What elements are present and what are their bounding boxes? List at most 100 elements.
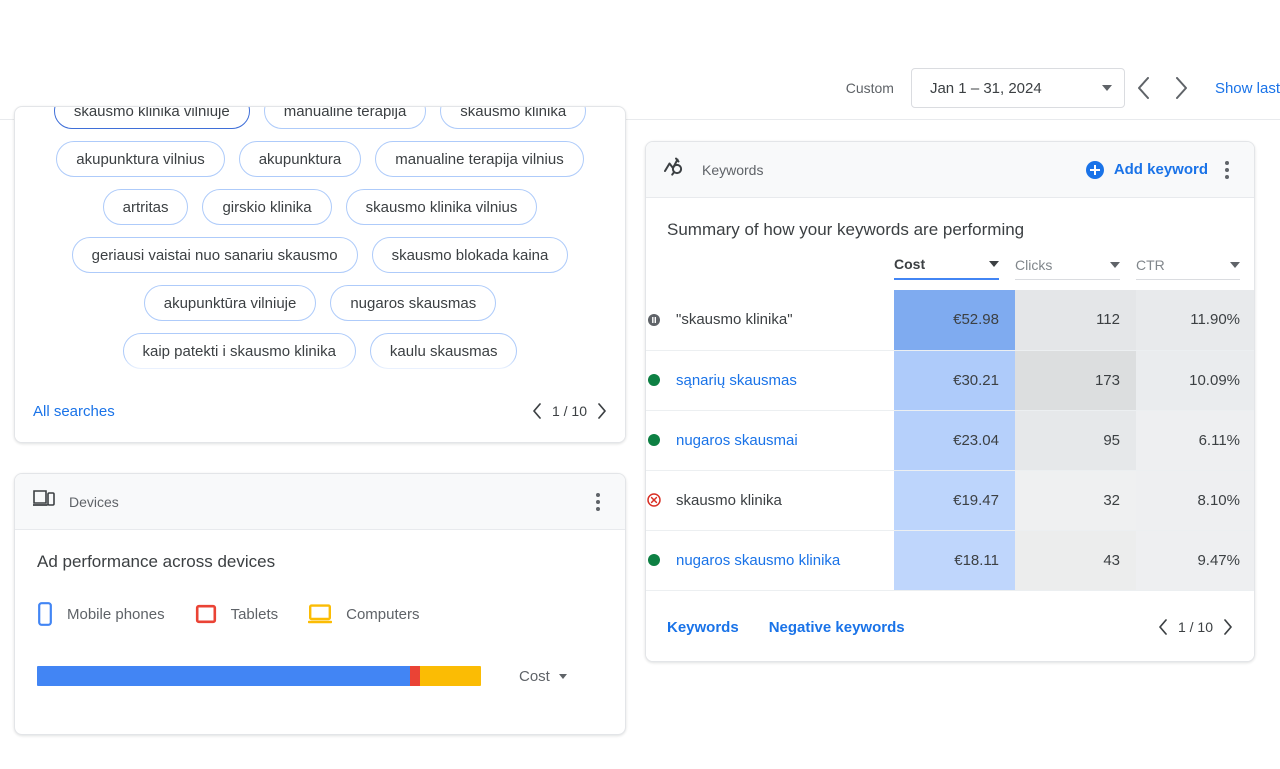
keyword-label[interactable]: sąnarių skausmas xyxy=(676,372,797,389)
computer-icon xyxy=(308,604,332,624)
table-row[interactable]: "skausmo klinika" €52.9811211.90% xyxy=(646,290,1255,350)
keyword-column-header xyxy=(646,252,894,290)
chevron-down-icon xyxy=(559,674,567,679)
date-preset-label: Custom xyxy=(846,80,894,96)
search-term-chip[interactable]: kaulu skausmas xyxy=(370,333,518,369)
table-row[interactable]: nugaros skausmo klinika€18.11439.47% xyxy=(646,530,1255,590)
devices-legend: Mobile phones Tablets Computers xyxy=(37,602,603,626)
devices-stacked-bar xyxy=(37,666,481,686)
add-keyword-button[interactable]: Add keyword xyxy=(1086,161,1208,179)
search-term-chip[interactable]: nugaros skausmas xyxy=(330,285,496,321)
previous-page-button[interactable] xyxy=(532,403,542,419)
search-term-chip[interactable]: akupunktura xyxy=(239,141,362,177)
previous-period-button[interactable] xyxy=(1125,68,1163,108)
negative-keywords-footer-link[interactable]: Negative keywords xyxy=(769,619,905,636)
keyword-label: "skausmo klinika" xyxy=(676,311,793,328)
device-legend-item: Mobile phones xyxy=(37,602,165,626)
devices-card-body: Ad performance across devices Mobile pho… xyxy=(15,530,625,686)
chevron-down-icon xyxy=(1230,262,1240,268)
chevron-down-icon xyxy=(1102,85,1112,91)
table-row[interactable]: sąnarių skausmas€30.2117310.09% xyxy=(646,350,1255,410)
ctr-cell: 8.10% xyxy=(1136,470,1255,530)
cost-cell: €19.47 xyxy=(894,470,1015,530)
all-searches-link[interactable]: All searches xyxy=(33,403,115,420)
keyword-cell: "skausmo klinika" xyxy=(646,290,894,350)
cost-cell: €23.04 xyxy=(894,410,1015,470)
ctr-cell: 6.11% xyxy=(1136,410,1255,470)
keywords-more-options-button[interactable] xyxy=(1214,153,1240,187)
search-term-chip[interactable]: skausmo klinika xyxy=(440,107,586,129)
keywords-table-header: Cost ClicksCTR xyxy=(646,252,1255,290)
device-legend-label: Computers xyxy=(346,606,419,623)
ctr-cell: 11.90% xyxy=(1136,290,1255,350)
table-row[interactable]: nugaros skausmai€23.04956.11% xyxy=(646,410,1255,470)
keyword-label[interactable]: nugaros skausmo klinika xyxy=(676,552,840,569)
chip-list: skausmo klinika vilniuje manualine terapi… xyxy=(15,107,625,379)
search-terms-footer: All searches 1 / 10 xyxy=(15,379,625,443)
show-last-link[interactable]: Show last xyxy=(1215,80,1280,97)
device-legend-item: Tablets xyxy=(195,604,279,624)
clicks-cell: 173 xyxy=(1015,350,1136,410)
chevron-down-icon xyxy=(989,261,999,267)
column-header-ctr[interactable]: CTR xyxy=(1136,252,1255,290)
chevron-down-icon xyxy=(1110,262,1120,268)
search-term-chip[interactable]: kaip patekti i skausmo klinika xyxy=(123,333,356,369)
search-terms-card: skausmo klinika vilniuje manualine terapi… xyxy=(14,106,626,443)
device-legend-label: Tablets xyxy=(231,606,279,623)
keywords-footer-link[interactable]: Keywords xyxy=(667,619,739,636)
add-keyword-label: Add keyword xyxy=(1114,161,1208,178)
status-removed-icon xyxy=(646,492,676,508)
status-enabled-icon xyxy=(646,552,676,568)
devices-icon xyxy=(33,490,55,513)
column-header-clicks[interactable]: Clicks xyxy=(1015,252,1136,290)
ctr-cell: 10.09% xyxy=(1136,350,1255,410)
search-term-chip[interactable]: artritas xyxy=(103,189,189,225)
search-term-chip[interactable]: manualine terapija vilnius xyxy=(375,141,583,177)
search-term-chip[interactable]: girskio klinika xyxy=(202,189,331,225)
devices-metric-select[interactable]: Cost xyxy=(519,668,567,685)
page-indicator: 1 / 10 xyxy=(1178,619,1213,635)
tablet-icon xyxy=(195,604,217,624)
keyword-label: skausmo klinika xyxy=(676,492,782,509)
status-enabled-icon xyxy=(646,432,676,448)
keywords-card-title: Keywords xyxy=(702,162,763,178)
column-header-label: Cost xyxy=(894,256,925,272)
status-paused-icon xyxy=(646,312,676,328)
clicks-cell: 112 xyxy=(1015,290,1136,350)
date-range-select[interactable]: Jan 1 – 31, 2024 xyxy=(911,68,1125,108)
date-range-value: Jan 1 – 31, 2024 xyxy=(930,80,1042,97)
keywords-pagination: 1 / 10 xyxy=(1158,619,1233,635)
keyword-cell: nugaros skausmai xyxy=(646,410,894,470)
devices-more-options-button[interactable] xyxy=(585,485,611,519)
next-period-button[interactable] xyxy=(1163,68,1201,108)
next-page-button[interactable] xyxy=(1223,619,1233,635)
next-page-button[interactable] xyxy=(597,403,607,419)
previous-page-button[interactable] xyxy=(1158,619,1168,635)
page-indicator: 1 / 10 xyxy=(552,403,587,419)
device-bar-segment xyxy=(37,666,410,686)
devices-subtitle: Ad performance across devices xyxy=(37,552,603,572)
clicks-cell: 43 xyxy=(1015,530,1136,590)
table-row[interactable]: skausmo klinika€19.47328.10% xyxy=(646,470,1255,530)
cost-cell: €18.11 xyxy=(894,530,1015,590)
cost-cell: €52.98 xyxy=(894,290,1015,350)
plus-circle-icon xyxy=(1086,161,1104,179)
search-term-chip[interactable]: akupunktūra vilniuje xyxy=(144,285,317,321)
devices-card: Devices Ad performance across devices Mo… xyxy=(14,473,626,735)
mobile-phone-icon xyxy=(37,602,53,626)
devices-bar-row: Cost xyxy=(37,666,603,686)
column-header-cost[interactable]: Cost xyxy=(894,252,1015,290)
device-bar-segment xyxy=(420,666,481,686)
search-term-chip[interactable]: manualine terapija xyxy=(264,107,427,129)
search-term-chip[interactable]: geriausi vaistai nuo sanariu skausmo xyxy=(72,237,358,273)
keywords-card-header: Keywords Add keyword xyxy=(646,142,1254,198)
keyword-cell: sąnarių skausmas xyxy=(646,350,894,410)
search-term-chip[interactable]: skausmo blokada kaina xyxy=(372,237,569,273)
keywords-subtitle: Summary of how your keywords are perform… xyxy=(646,198,1254,240)
keyword-cell: skausmo klinika xyxy=(646,470,894,530)
search-term-chip[interactable]: akupunktura vilnius xyxy=(56,141,224,177)
search-term-chip[interactable]: skausmo klinika vilnius xyxy=(346,189,538,225)
column-header-label: CTR xyxy=(1136,257,1165,273)
keyword-label[interactable]: nugaros skausmai xyxy=(676,432,798,449)
search-term-chip[interactable]: skausmo klinika vilniuje xyxy=(54,107,250,129)
